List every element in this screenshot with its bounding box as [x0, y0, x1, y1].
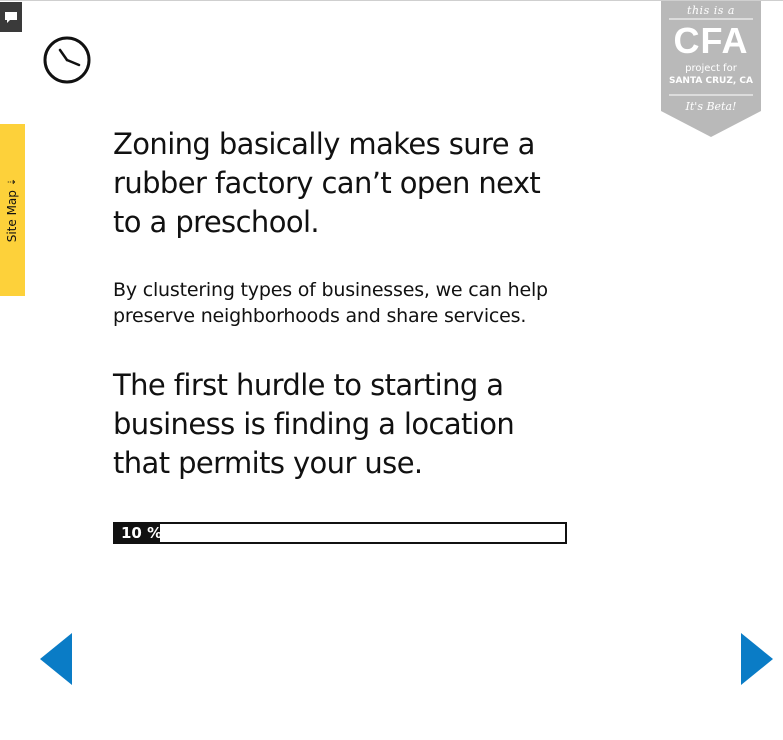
headline-first-hurdle: The first hurdle to starting a business … — [113, 368, 515, 480]
body-text-clustering: By clustering types of businesses, we ca… — [113, 279, 548, 327]
next-button[interactable] — [741, 633, 773, 685]
headline-zoning: Zoning basically makes sure a rubber fac… — [113, 127, 541, 239]
badge-city-text: SANTA CRUZ, CA — [668, 76, 753, 86]
badge-sub-text: project for — [685, 63, 737, 74]
cfa-badge[interactable]: this is a CFA project for SANTA CRUZ, CA… — [661, 1, 761, 137]
progress-bar: 10 % — [113, 522, 567, 544]
progress-label: 10 % — [121, 524, 163, 542]
down-arrow-icon: ⇣ — [6, 177, 18, 187]
main-content: Zoning basically makes sure a rubber fac… — [113, 125, 583, 483]
badge-top-text: this is a — [687, 4, 735, 17]
triangle-right-icon — [741, 633, 773, 685]
previous-button[interactable] — [40, 633, 72, 685]
triangle-left-icon — [40, 633, 72, 685]
speech-bubble-icon — [5, 11, 17, 23]
badge-main-text: CFA — [673, 20, 749, 61]
site-map-label: Site Map — [5, 190, 19, 243]
clock-icon[interactable] — [43, 36, 91, 84]
page: Site Map ⇣ this is a CFA project for SAN… — [0, 0, 783, 740]
badge-beta-text: It's Beta! — [685, 100, 737, 113]
feedback-button[interactable] — [0, 2, 22, 32]
site-map-tab[interactable]: Site Map ⇣ — [0, 124, 25, 296]
